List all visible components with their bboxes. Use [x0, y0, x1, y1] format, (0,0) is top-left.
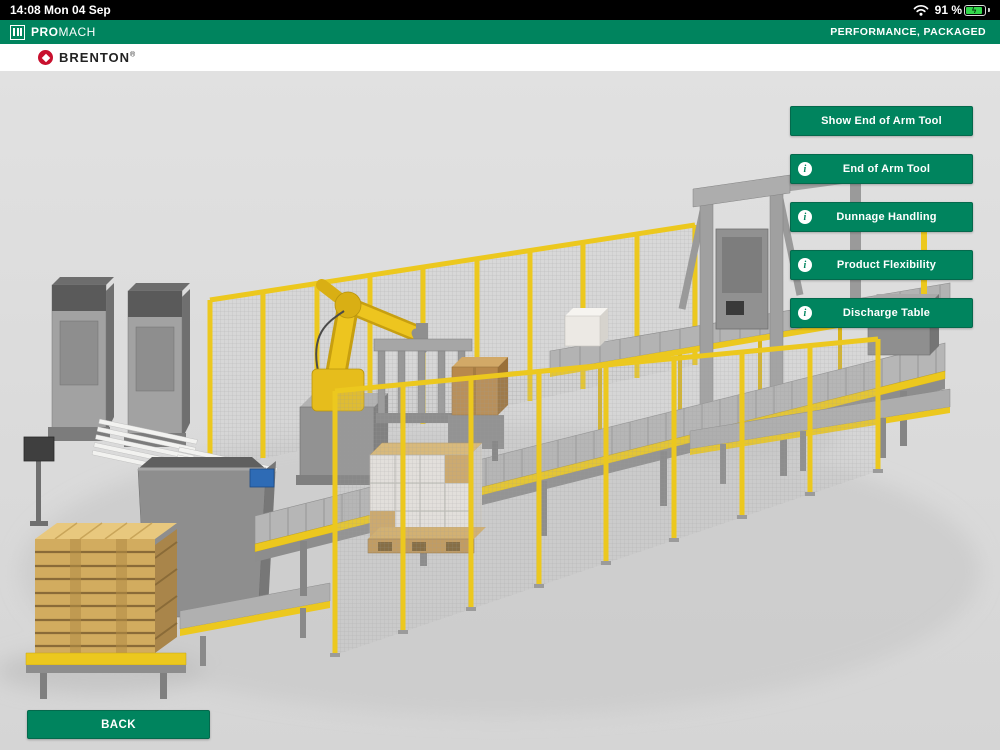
info-icon: i [798, 210, 812, 224]
button-label: Show End of Arm Tool [821, 115, 942, 127]
promach-header: PROMACH PERFORMANCE, PACKAGED [0, 20, 1000, 44]
wifi-icon [913, 4, 928, 16]
show-end-of-arm-tool-button[interactable]: Show End of Arm Tool [790, 106, 973, 136]
promach-logo: PROMACH [10, 24, 96, 40]
dunnage-handling-button[interactable]: i Dunnage Handling [790, 202, 973, 232]
promach-logo-text: PROMACH [31, 25, 96, 39]
app-window: 14:08 Mon 04 Sep 91 % ϟ PROMACH PERFORMA… [0, 0, 1000, 750]
status-right-cluster: 91 % ϟ [913, 3, 990, 17]
button-label: End of Arm Tool [842, 163, 931, 175]
button-label: Dunnage Handling [836, 211, 937, 223]
pallet-stack [25, 522, 187, 699]
button-label: Discharge Table [842, 307, 931, 319]
brenton-logo-text: BRENTON® [59, 50, 137, 65]
product-flexibility-button[interactable]: i Product Flexibility [790, 250, 973, 280]
battery-percent: 91 % [934, 3, 962, 17]
info-icon: i [798, 258, 812, 272]
clock: 14:08 Mon 04 Sep [10, 3, 111, 17]
drive-motor [249, 468, 275, 488]
charging-bolt-icon: ϟ [972, 5, 977, 15]
battery-icon: ϟ [964, 4, 986, 16]
back-button[interactable]: BACK [27, 710, 210, 739]
main-stage: Show End of Arm Tool i End of Arm Tool i… [0, 71, 1000, 750]
header-tagline: PERFORMANCE, PACKAGED [830, 26, 986, 38]
status-bar: 14:08 Mon 04 Sep 91 % ϟ [0, 0, 1000, 20]
carton-on-rear-conveyor [564, 308, 608, 347]
info-icon: i [798, 162, 812, 176]
feature-button-column: Show End of Arm Tool i End of Arm Tool i… [790, 106, 973, 328]
battery-indicator: 91 % ϟ [935, 3, 990, 17]
discharge-table-button[interactable]: i Discharge Table [790, 298, 973, 328]
back-button-label: BACK [101, 718, 136, 731]
info-icon: i [798, 306, 812, 320]
button-label: Product Flexibility [836, 259, 937, 271]
promach-logo-icon [10, 24, 25, 40]
brenton-logo-icon [38, 50, 53, 65]
brenton-bar: BRENTON® [0, 44, 1000, 71]
end-of-arm-tool-button[interactable]: i End of Arm Tool [790, 154, 973, 184]
